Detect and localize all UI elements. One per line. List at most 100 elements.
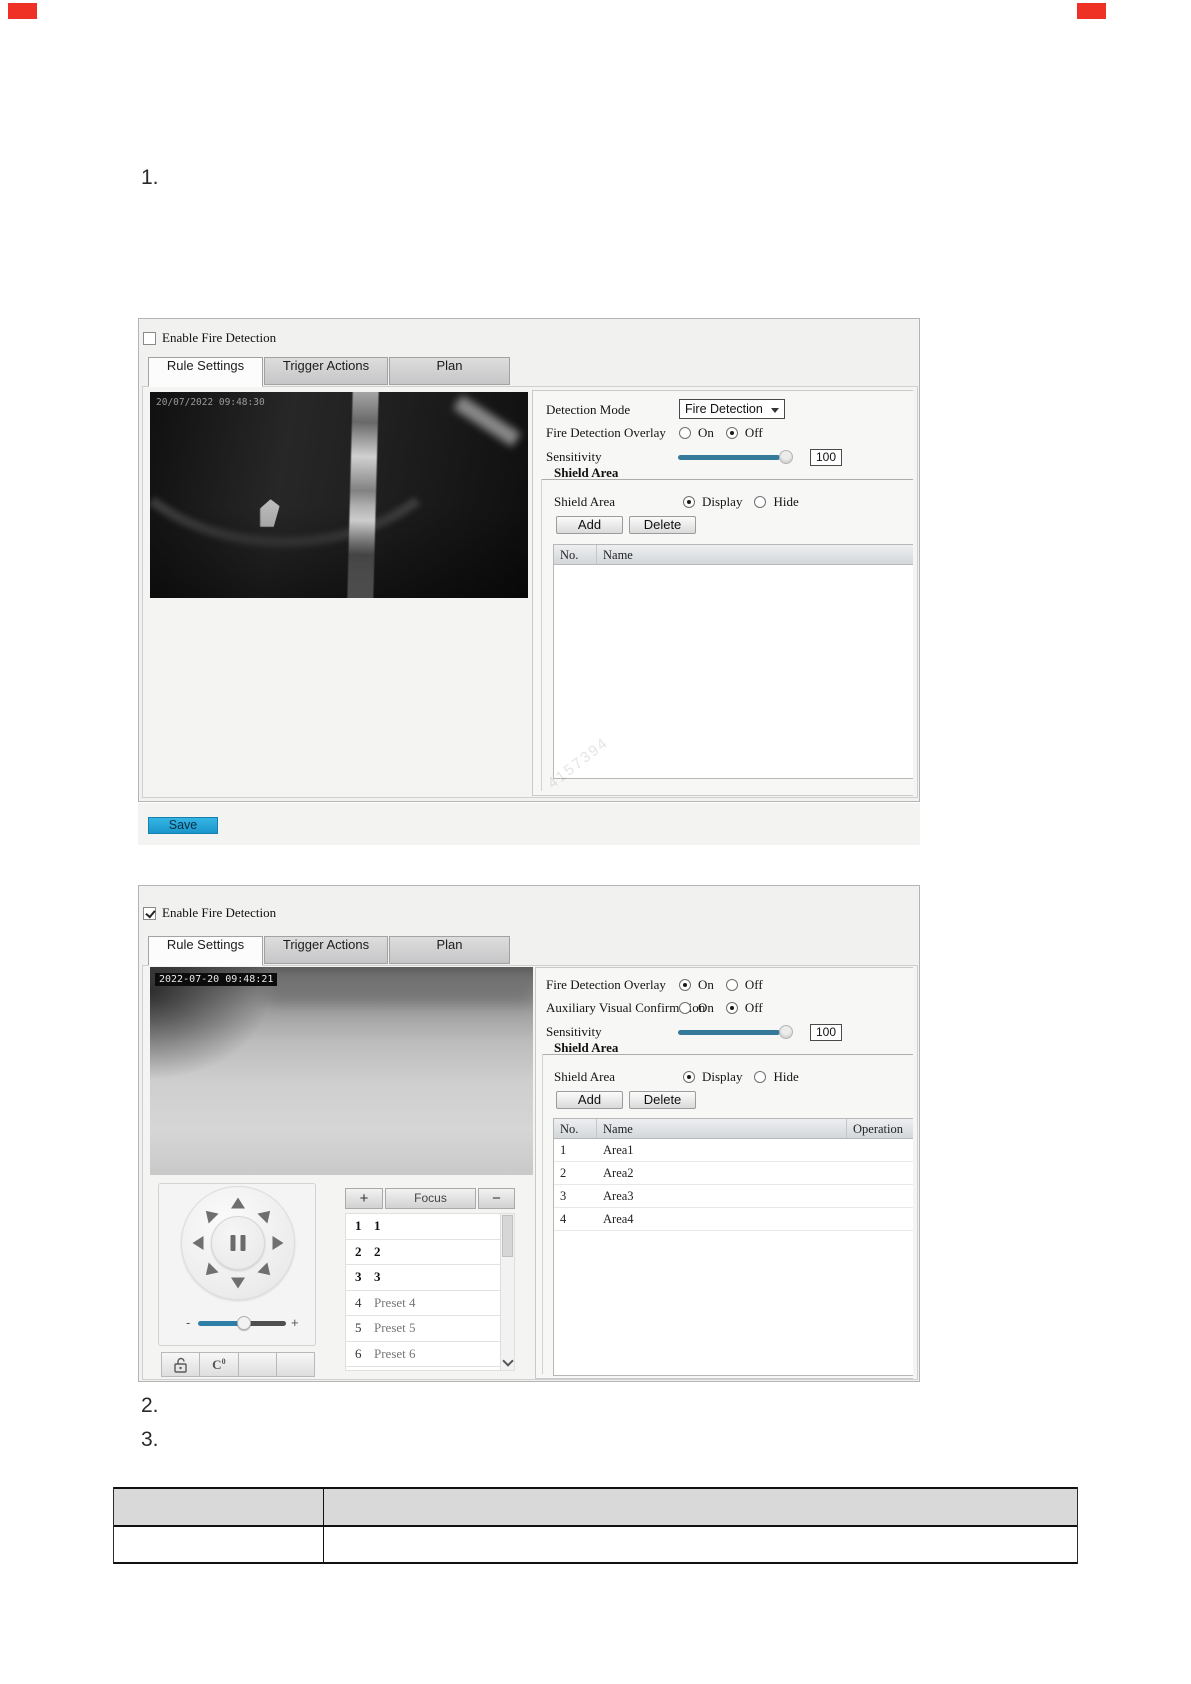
column-no: No. xyxy=(554,1119,597,1138)
sensitivity-value[interactable]: 100 xyxy=(810,1024,842,1041)
step-number-2: 2. xyxy=(141,1394,159,1418)
shield-area-label: Shield Area xyxy=(554,493,615,511)
overlay-label: Fire Detection Overlay xyxy=(546,976,666,994)
body-cell xyxy=(114,1527,324,1562)
ptz-down-right-arrow[interactable] xyxy=(257,1262,275,1280)
add-button[interactable]: Add xyxy=(556,516,623,534)
table-row[interactable]: 4 Area4 xyxy=(554,1208,913,1231)
fieldset-line xyxy=(542,1054,543,1374)
camera-preview: 20/07/2022 09:48:30 xyxy=(150,392,528,598)
enable-fire-detection-label: Enable Fire Detection xyxy=(162,905,276,921)
tab-rule-settings[interactable]: Rule Settings xyxy=(148,357,263,387)
delete-button[interactable]: Delete xyxy=(629,516,696,534)
overlay-on-radio[interactable] xyxy=(679,979,691,991)
ptz-up-left-arrow[interactable] xyxy=(201,1206,219,1224)
red-redaction-mark xyxy=(8,3,37,19)
preset-item[interactable]: 4Preset 4 xyxy=(346,1291,514,1317)
scrollbar-thumb[interactable] xyxy=(502,1215,513,1257)
column-name: Name xyxy=(597,545,913,564)
column-operation: Operation xyxy=(847,1119,913,1138)
header-cell xyxy=(324,1489,1077,1525)
overlay-off-radio[interactable] xyxy=(726,979,738,991)
enable-fire-detection-checkbox[interactable] xyxy=(143,332,156,345)
tab-rule-settings[interactable]: Rule Settings xyxy=(148,936,263,966)
slider-thumb[interactable] xyxy=(779,450,793,464)
table-row[interactable]: 3 Area3 xyxy=(554,1185,913,1208)
tab-plan[interactable]: Plan xyxy=(389,357,510,385)
shield-area-label: Shield Area xyxy=(554,1068,615,1086)
tab-plan[interactable]: Plan xyxy=(389,936,510,964)
zoom-out-label[interactable]: - xyxy=(186,1315,190,1330)
ptz-reset-button[interactable]: C0 xyxy=(200,1352,238,1377)
ptz-stop-button[interactable] xyxy=(211,1216,265,1270)
aux-off-radio[interactable] xyxy=(726,1002,738,1014)
column-name: Name xyxy=(597,1119,847,1138)
ptz-right-arrow[interactable] xyxy=(273,1236,284,1250)
open-padlock-icon xyxy=(171,1356,191,1374)
ptz-left-arrow[interactable] xyxy=(193,1236,204,1250)
preset-list: 11 22 33 4Preset 4 5Preset 5 6Preset 6 xyxy=(345,1213,515,1371)
zoom-in-label[interactable]: + xyxy=(291,1315,299,1330)
scroll-down-icon[interactable] xyxy=(503,1357,512,1366)
shield-hide-radio[interactable] xyxy=(754,1071,766,1083)
focus-far-button[interactable]: − xyxy=(478,1188,515,1209)
shield-hide-radio[interactable] xyxy=(754,496,766,508)
preset-item[interactable]: 11 xyxy=(346,1214,514,1240)
ptz-zoom-slider[interactable] xyxy=(198,1321,286,1326)
ptz-extra-button-2[interactable] xyxy=(277,1352,315,1377)
add-button[interactable]: Add xyxy=(556,1091,623,1109)
sensitivity-label: Sensitivity xyxy=(546,1023,602,1041)
fieldset-line xyxy=(541,479,542,791)
ptz-up-right-arrow[interactable] xyxy=(257,1206,275,1224)
shield-display-radio[interactable] xyxy=(683,496,695,508)
camera-preview: 2022-07-20 09:48:21 xyxy=(150,967,533,1175)
video-timestamp: 2022-07-20 09:48:21 xyxy=(155,973,277,986)
header-cell xyxy=(114,1489,324,1525)
detection-settings-box: Detection Mode Fire Detection Fire Detec… xyxy=(532,390,913,796)
table-row[interactable]: 1 Area1 xyxy=(554,1139,913,1162)
overlay-on-radio[interactable] xyxy=(679,427,691,439)
tab-trigger-actions[interactable]: Trigger Actions xyxy=(264,936,388,964)
shield-area-table: No. Name Operation 1 Area1 2 Area2 3 Are… xyxy=(553,1118,913,1376)
preset-item[interactable]: 5Preset 5 xyxy=(346,1316,514,1342)
zoom-slider-thumb[interactable] xyxy=(237,1316,251,1330)
overlay-label: Fire Detection Overlay xyxy=(546,424,666,442)
enable-fire-detection-checkbox[interactable] xyxy=(143,907,156,920)
sensitivity-slider[interactable] xyxy=(678,455,780,460)
video-shadow xyxy=(150,392,528,598)
overlay-off-radio[interactable] xyxy=(726,427,738,439)
preset-item[interactable]: 33 xyxy=(346,1265,514,1291)
ptz-control-panel: - + xyxy=(158,1183,316,1346)
chevron-down-icon xyxy=(771,408,779,413)
sensitivity-slider[interactable] xyxy=(678,1030,780,1035)
parameter-table-row xyxy=(114,1527,1077,1564)
detection-mode-label: Detection Mode xyxy=(546,401,630,419)
reset-c0-icon: C0 xyxy=(212,1356,225,1372)
pause-icon xyxy=(231,1235,246,1251)
ptz-down-arrow[interactable] xyxy=(231,1278,245,1289)
slider-thumb[interactable] xyxy=(779,1025,793,1039)
ptz-unlock-button[interactable] xyxy=(161,1352,200,1377)
table-row[interactable]: 2 Area2 xyxy=(554,1162,913,1185)
preset-item[interactable]: 22 xyxy=(346,1240,514,1266)
detection-mode-select[interactable]: Fire Detection xyxy=(679,399,785,419)
preset-item[interactable]: 6Preset 6 xyxy=(346,1342,514,1368)
ptz-extra-button-1[interactable] xyxy=(239,1352,277,1377)
save-strip xyxy=(138,803,920,845)
save-button[interactable]: Save xyxy=(148,817,218,834)
sensitivity-value[interactable]: 100 xyxy=(810,449,842,466)
tab-trigger-actions[interactable]: Trigger Actions xyxy=(264,357,388,385)
ptz-down-left-arrow[interactable] xyxy=(201,1262,219,1280)
aux-on-radio[interactable] xyxy=(679,1002,691,1014)
sensitivity-label: Sensitivity xyxy=(546,448,602,466)
red-redaction-mark xyxy=(1077,3,1106,19)
ptz-direction-pad xyxy=(181,1186,295,1300)
video-dark-corner xyxy=(150,967,533,1175)
enable-fire-detection-label: Enable Fire Detection xyxy=(162,330,276,346)
focus-near-button[interactable]: + xyxy=(345,1188,383,1209)
focus-label-button[interactable]: Focus xyxy=(385,1188,476,1209)
shield-display-radio[interactable] xyxy=(683,1071,695,1083)
ptz-up-arrow[interactable] xyxy=(231,1198,245,1209)
delete-button[interactable]: Delete xyxy=(629,1091,696,1109)
preset-scrollbar[interactable] xyxy=(500,1214,514,1370)
